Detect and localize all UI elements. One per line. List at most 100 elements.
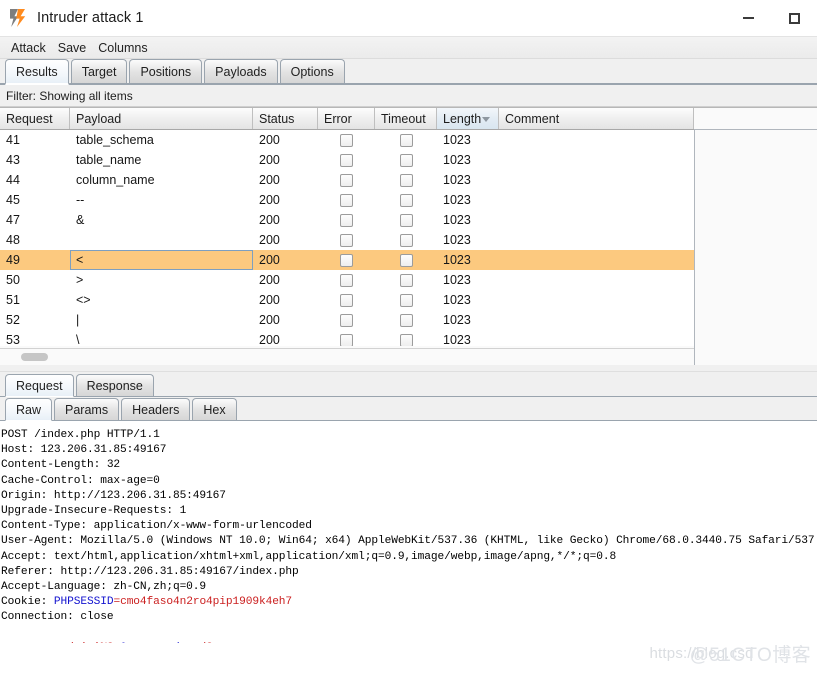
- sort-descending-icon: [482, 116, 490, 122]
- checkbox-icon[interactable]: [340, 213, 353, 227]
- scrollbar-thumb[interactable]: [21, 353, 48, 361]
- checkbox-icon[interactable]: [340, 153, 353, 167]
- cell-payload: table_schema: [76, 133, 154, 147]
- table-row[interactable]: 50 >200 1023: [0, 270, 694, 290]
- checkbox-icon[interactable]: [399, 293, 413, 307]
- cell-timeout[interactable]: [375, 210, 437, 230]
- tab-positions[interactable]: Positions: [129, 59, 203, 83]
- menu-save[interactable]: Save: [53, 39, 92, 57]
- checkbox-icon[interactable]: [399, 253, 413, 267]
- filter-bar[interactable]: Filter: Showing all items: [0, 85, 817, 107]
- checkbox-icon[interactable]: [399, 313, 413, 327]
- column-header-request[interactable]: Request: [0, 108, 70, 129]
- tab-request[interactable]: Request: [5, 374, 74, 397]
- table-row[interactable]: 43 table_name 200 1023: [0, 150, 694, 170]
- cell-error[interactable]: [318, 230, 375, 250]
- menu-columns[interactable]: Columns: [93, 39, 152, 57]
- cell-comment: [499, 310, 694, 330]
- table-header-row: Request Payload Status Error Timeout Length Co…: [0, 108, 694, 130]
- cell-timeout[interactable]: [375, 190, 437, 210]
- tab-raw[interactable]: Raw: [5, 398, 53, 421]
- checkbox-icon[interactable]: [399, 153, 413, 167]
- checkbox-icon[interactable]: [399, 233, 413, 247]
- request-raw-viewer[interactable]: POST /index.php HTTP/1.1 Host: 123.206.3…: [0, 421, 817, 643]
- tab-options[interactable]: Options: [279, 59, 345, 83]
- checkbox-icon[interactable]: [340, 293, 353, 307]
- cell-timeout[interactable]: [375, 150, 437, 170]
- column-header-comment[interactable]: Comment: [499, 108, 694, 129]
- table-row[interactable]: 44 column_name 200 1023: [0, 170, 694, 190]
- cell-error[interactable]: [318, 330, 375, 346]
- cell-error[interactable]: [318, 310, 375, 330]
- cell-request: 51: [6, 293, 20, 307]
- tab-headers[interactable]: Headers: [121, 398, 191, 420]
- cell-comment: [499, 130, 694, 150]
- cell-timeout[interactable]: [375, 250, 437, 270]
- column-header-status[interactable]: Status: [253, 108, 318, 129]
- checkbox-icon[interactable]: [399, 193, 413, 207]
- checkbox-icon[interactable]: [340, 313, 353, 327]
- table-row[interactable]: 49 <200 1023: [0, 250, 694, 270]
- menu-bar: Attack Save Columns: [0, 36, 817, 59]
- table-row[interactable]: 52 | 200 1023: [0, 310, 694, 330]
- checkbox-icon[interactable]: [399, 273, 413, 287]
- cell-error[interactable]: [318, 170, 375, 190]
- cell-request: 45: [6, 193, 20, 207]
- checkbox-icon[interactable]: [340, 333, 353, 346]
- cell-timeout[interactable]: [375, 310, 437, 330]
- column-header-payload[interactable]: Payload: [70, 108, 253, 129]
- cell-error[interactable]: [318, 150, 375, 170]
- table-row[interactable]: 47 & 200 1023: [0, 210, 694, 230]
- tab-hex[interactable]: Hex: [192, 398, 237, 420]
- tab-target[interactable]: Target: [70, 59, 128, 83]
- checkbox-icon[interactable]: [340, 233, 353, 247]
- cell-request: 50: [6, 273, 20, 287]
- cell-timeout[interactable]: [375, 230, 437, 250]
- table-row[interactable]: 48 200 1023: [0, 230, 694, 250]
- checkbox-icon[interactable]: [340, 273, 353, 287]
- tab-payloads[interactable]: Payloads: [204, 59, 278, 83]
- table-row[interactable]: 51 <> 200 1023: [0, 290, 694, 310]
- table-row[interactable]: 53 \ 200 1023: [0, 330, 694, 346]
- maximize-icon: [788, 12, 800, 24]
- column-header-error[interactable]: Error: [318, 108, 375, 129]
- checkbox-icon[interactable]: [340, 253, 353, 267]
- cell-timeout[interactable]: [375, 290, 437, 310]
- cell-error[interactable]: [318, 290, 375, 310]
- watermark-url: https://blog.csd: [649, 645, 754, 662]
- tab-params[interactable]: Params: [54, 398, 120, 420]
- cell-request: 44: [6, 173, 20, 187]
- cell-error[interactable]: [318, 270, 375, 290]
- checkbox-icon[interactable]: [399, 133, 413, 147]
- cell-error[interactable]: [318, 190, 375, 210]
- filter-text: Filter: Showing all items: [6, 88, 133, 103]
- checkbox-icon[interactable]: [399, 333, 413, 346]
- checkbox-icon[interactable]: [399, 213, 413, 227]
- maximize-button[interactable]: [771, 0, 817, 36]
- column-header-length[interactable]: Length: [437, 108, 499, 129]
- column-header-label: Request: [6, 111, 53, 126]
- cell-error[interactable]: [318, 250, 375, 270]
- cell-timeout[interactable]: [375, 330, 437, 346]
- column-header-timeout[interactable]: Timeout: [375, 108, 437, 129]
- tab-results[interactable]: Results: [5, 59, 69, 85]
- table-horizontal-scrollbar[interactable]: [0, 348, 694, 365]
- cell-timeout[interactable]: [375, 170, 437, 190]
- table-row[interactable]: 41 table_schema 200 1023: [0, 130, 694, 150]
- cell-error[interactable]: [318, 210, 375, 230]
- menu-attack[interactable]: Attack: [6, 39, 51, 57]
- checkbox-icon[interactable]: [340, 133, 353, 147]
- checkbox-icon[interactable]: [399, 173, 413, 187]
- pane-splitter[interactable]: [0, 364, 817, 372]
- tab-response[interactable]: Response: [75, 374, 154, 396]
- minimize-button[interactable]: [725, 0, 771, 36]
- cell-error[interactable]: [318, 130, 375, 150]
- table-row[interactable]: 45 -- 200 1023: [0, 190, 694, 210]
- cell-timeout[interactable]: [375, 270, 437, 290]
- checkbox-icon[interactable]: [340, 173, 353, 187]
- cell-length: 1023: [443, 173, 471, 187]
- checkbox-icon[interactable]: [340, 193, 353, 207]
- cell-comment: [499, 290, 694, 310]
- cell-timeout[interactable]: [375, 130, 437, 150]
- cell-comment: [499, 250, 694, 270]
